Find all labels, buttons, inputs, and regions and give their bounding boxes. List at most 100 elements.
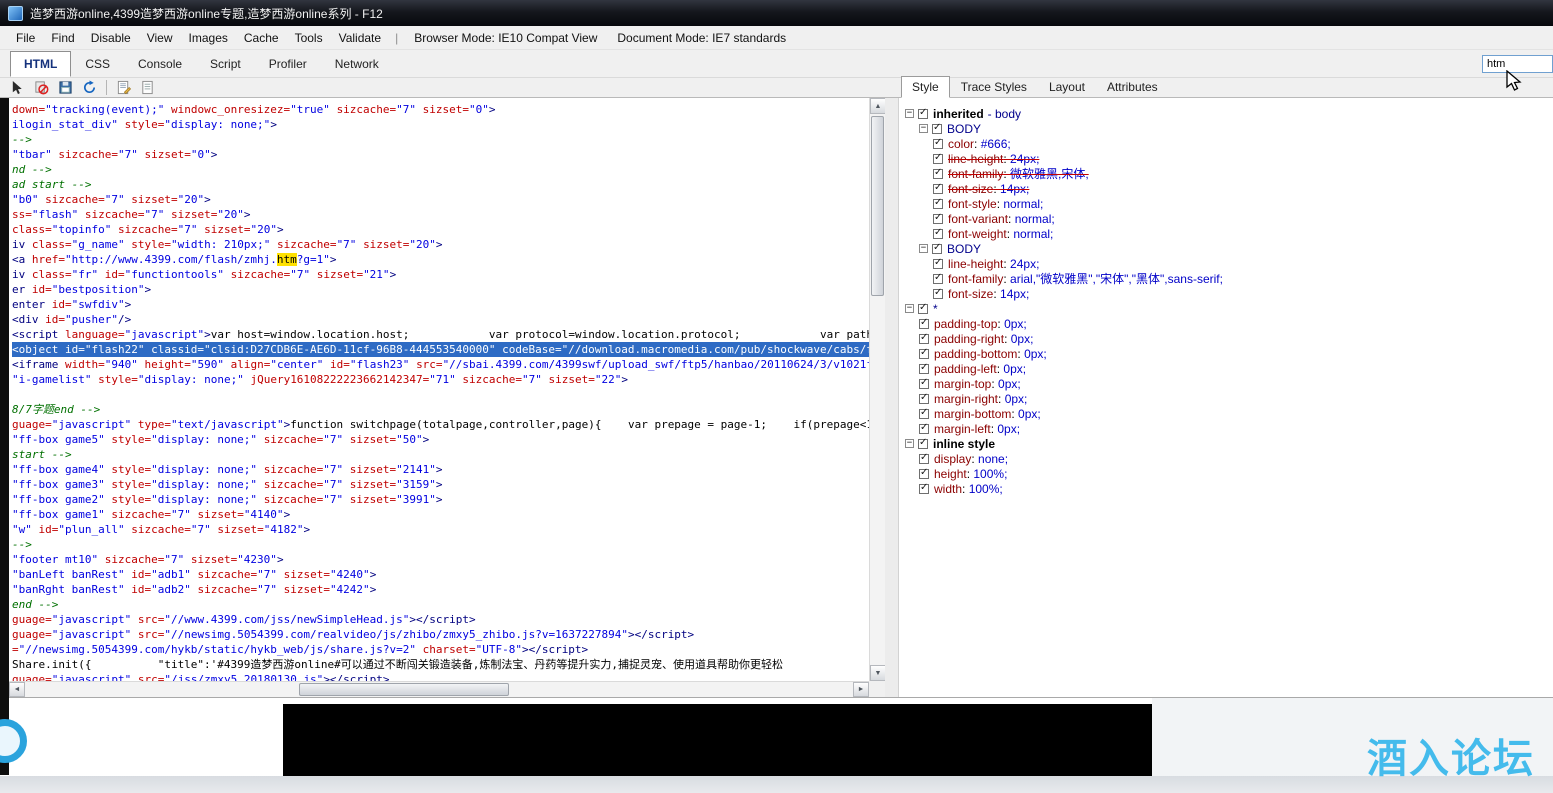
source-line[interactable]: 8/7字题end --> [12,402,869,417]
source-line[interactable]: class="topinfo" sizcache="7" sizset="20"… [12,222,869,237]
tab-css[interactable]: CSS [71,51,124,77]
menu-item-tools[interactable]: Tools [287,28,331,48]
style-prop-row[interactable]: line-height: 24px; [899,256,1553,271]
source-line[interactable]: er id="bestposition"> [12,282,869,297]
style-prop-row[interactable]: height: 100%; [899,466,1553,481]
style-checkbox[interactable] [933,154,943,164]
style-checkbox[interactable] [919,469,929,479]
browser-mode-menu[interactable]: Browser Mode: IE10 Compat View [404,28,607,48]
source-line[interactable]: ="//newsimg.5054399.com/hykb/static/hykb… [12,642,869,657]
menu-item-images[interactable]: Images [181,28,236,48]
collapse-icon[interactable]: − [919,124,928,133]
style-prop-row[interactable]: font-size: 14px; [899,181,1553,196]
source-line[interactable]: Share.init({ "title":'#4399造梦西游online#可以… [12,657,869,672]
menu-item-validate[interactable]: Validate [331,28,389,48]
html-source[interactable]: down="tracking(event);" windowc_onresize… [9,98,869,681]
vertical-scrollbar[interactable]: ▲ ▼ [869,98,885,681]
style-checkbox[interactable] [932,124,942,134]
source-line[interactable]: ad start --> [12,177,869,192]
style-checkbox[interactable] [933,229,943,239]
source-line[interactable]: ilogin_stat_div" style="display: none;"> [12,117,869,132]
collapse-icon[interactable]: − [905,109,914,118]
source-line[interactable]: "ff-box game4" style="display: none;" si… [12,462,869,477]
menu-item-disable[interactable]: Disable [83,28,139,48]
scroll-up-button[interactable]: ▲ [870,98,886,114]
style-checkbox[interactable] [918,109,928,119]
style-prop-row[interactable]: width: 100%; [899,481,1553,496]
tab-script[interactable]: Script [196,51,255,77]
style-checkbox[interactable] [933,214,943,224]
source-line[interactable]: "b0" sizcache="7" sizset="20"> [12,192,869,207]
menu-item-view[interactable]: View [139,28,181,48]
style-checkbox[interactable] [933,259,943,269]
style-checkbox[interactable] [933,289,943,299]
style-checkbox[interactable] [933,274,943,284]
style-checkbox[interactable] [919,364,929,374]
style-checkbox[interactable] [919,349,929,359]
source-line[interactable]: --> [12,132,869,147]
source-line-selected[interactable]: <object id="flash22" classid="clsid:D27C… [12,342,869,357]
source-line[interactable]: "ff-box game5" style="display: none;" si… [12,432,869,447]
style-prop-row[interactable]: padding-top: 0px; [899,316,1553,331]
style-checkbox[interactable] [933,199,943,209]
style-checkbox[interactable] [918,304,928,314]
view-source-icon[interactable] [116,80,131,95]
select-element-icon[interactable] [10,80,25,95]
source-line[interactable]: "footer mt10" sizcache="7" sizset="4230"… [12,552,869,567]
scroll-left-button[interactable]: ◄ [9,682,25,697]
style-prop-row[interactable]: padding-right: 0px; [899,331,1553,346]
style-prop-row[interactable]: margin-left: 0px; [899,421,1553,436]
source-line[interactable]: "banRght banRest" id="adb2" sizcache="7"… [12,582,869,597]
source-line[interactable]: guage="javascript" src="/jss/zmxy5_20180… [12,672,869,681]
scroll-down-button[interactable]: ▼ [870,665,886,681]
style-section-row[interactable]: −inherited- body [899,106,1553,121]
style-prop-row[interactable]: margin-bottom: 0px; [899,406,1553,421]
collapse-icon[interactable]: − [905,439,914,448]
style-tab-trace-styles[interactable]: Trace Styles [950,76,1038,98]
style-prop-row[interactable]: margin-right: 0px; [899,391,1553,406]
document-icon[interactable] [140,80,155,95]
source-line[interactable]: "tbar" sizcache="7" sizset="0"> [12,147,869,162]
source-line[interactable]: <a href="http://www.4399.com/flash/zmhj.… [12,252,869,267]
style-checkbox[interactable] [918,439,928,449]
source-line[interactable]: "ff-box game1" sizcache="7" sizset="4140… [12,507,869,522]
source-line[interactable]: nd --> [12,162,869,177]
refresh-icon[interactable] [82,80,97,95]
style-checkbox[interactable] [919,334,929,344]
tab-console[interactable]: Console [124,51,196,77]
style-checkbox[interactable] [919,484,929,494]
style-checkbox[interactable] [919,424,929,434]
source-line[interactable]: --> [12,537,869,552]
source-line[interactable]: ss="flash" sizcache="7" sizset="20"> [12,207,869,222]
source-line[interactable]: "banLeft banRest" id="adb1" sizcache="7"… [12,567,869,582]
source-line[interactable]: enter id="swfdiv"> [12,297,869,312]
style-checkbox[interactable] [933,169,943,179]
panel-splitter[interactable] [885,98,899,697]
style-tab-attributes[interactable]: Attributes [1096,76,1169,98]
style-prop-row[interactable]: font-weight: normal; [899,226,1553,241]
source-line[interactable]: "ff-box game2" style="display: none;" si… [12,492,869,507]
style-checkbox[interactable] [932,244,942,254]
menu-item-cache[interactable]: Cache [236,28,287,48]
tab-html[interactable]: HTML [10,51,71,77]
style-prop-row[interactable]: font-family: 微软雅黑,宋体, [899,166,1553,181]
style-prop-row[interactable]: color: #666; [899,136,1553,151]
vertical-scroll-thumb[interactable] [871,116,884,296]
style-prop-row[interactable]: display: none; [899,451,1553,466]
style-checkbox[interactable] [919,379,929,389]
horizontal-scroll-thumb[interactable] [299,683,509,696]
source-line[interactable]: end --> [12,597,869,612]
collapse-icon[interactable]: − [919,244,928,253]
style-checkbox[interactable] [919,319,929,329]
style-rule-row[interactable]: −BODY [899,241,1553,256]
style-tab-layout[interactable]: Layout [1038,76,1096,98]
source-line[interactable]: guage="javascript" type="text/javascript… [12,417,869,432]
style-tab-style[interactable]: Style [901,76,950,98]
menu-item-find[interactable]: Find [43,28,82,48]
source-line[interactable]: start --> [12,447,869,462]
disable-icon[interactable] [34,80,49,95]
style-prop-row[interactable]: line-height: 24px; [899,151,1553,166]
source-line[interactable]: "i-gamelist" style="display: none;" jQue… [12,372,869,387]
source-line[interactable]: <script language="javascript">var host=w… [12,327,869,342]
style-checkbox[interactable] [933,184,943,194]
